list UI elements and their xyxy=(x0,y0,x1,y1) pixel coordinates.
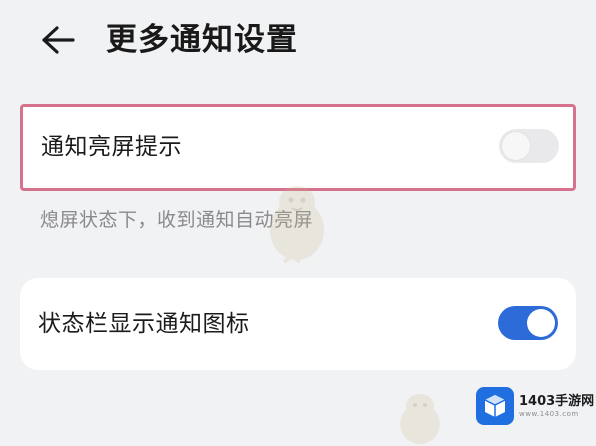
setting-description: 熄屏状态下，收到通知自动亮屏 xyxy=(40,209,314,231)
screen-wake-toggle[interactable] xyxy=(499,129,559,163)
arrow-left-icon xyxy=(42,26,75,54)
setting-label: 通知亮屏提示 xyxy=(41,134,182,160)
toggle-knob xyxy=(527,309,555,337)
cube-logo-icon xyxy=(476,387,514,425)
bird-mascot-icon xyxy=(400,394,440,444)
back-button[interactable] xyxy=(36,20,80,60)
toggle-knob xyxy=(502,132,530,160)
top-bar: 更多通知设置 xyxy=(0,0,596,84)
setting-label: 状态栏显示通知图标 xyxy=(38,311,250,337)
status-bar-icons-toggle[interactable] xyxy=(498,306,558,340)
site-url: www.1403.com xyxy=(519,409,579,418)
site-name: 1403手游网 xyxy=(519,393,595,409)
page-title: 更多通知设置 xyxy=(106,22,298,58)
site-watermark: 1403手游网 www.1403.com xyxy=(476,384,594,428)
setting-row-status-bar-icons[interactable]: 状态栏显示通知图标 xyxy=(20,278,576,370)
setting-row-screen-wake[interactable]: 通知亮屏提示 xyxy=(20,104,576,191)
